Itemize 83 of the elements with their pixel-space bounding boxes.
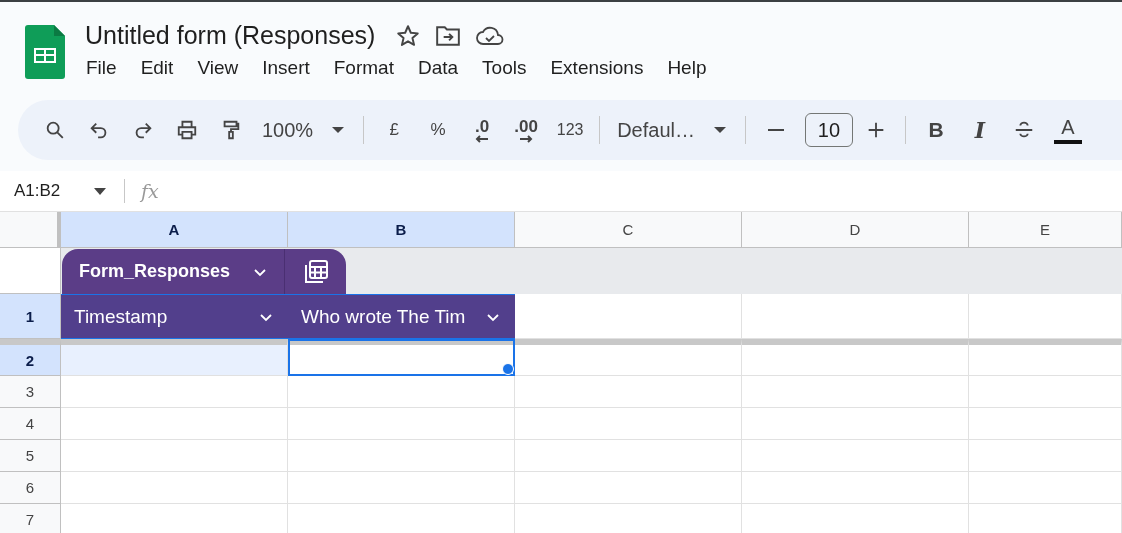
name-box[interactable]: A1:B2 xyxy=(0,181,120,201)
font-dropdown[interactable]: Defaul… xyxy=(611,112,733,148)
caret-icon xyxy=(331,126,346,134)
row-header[interactable]: 5 xyxy=(0,440,61,472)
table-cell[interactable] xyxy=(515,408,742,440)
selected-cell[interactable] xyxy=(61,339,288,376)
text-color-button[interactable]: A xyxy=(1048,112,1087,148)
formula-label: fx xyxy=(141,180,159,202)
table-cell[interactable] xyxy=(288,472,515,504)
table-cell[interactable] xyxy=(742,440,969,472)
search-icon xyxy=(44,119,66,141)
minus-icon xyxy=(767,129,784,131)
menu-item[interactable]: Extensions xyxy=(550,54,656,82)
caret-icon xyxy=(94,187,106,195)
table-cell[interactable] xyxy=(742,376,969,408)
menu-item[interactable]: Format xyxy=(333,54,406,82)
table-cell[interactable] xyxy=(515,472,742,504)
print-icon xyxy=(176,119,198,141)
menu-item[interactable]: Insert xyxy=(262,54,322,82)
table-cell[interactable] xyxy=(515,376,742,408)
menu-item[interactable]: View xyxy=(197,54,251,82)
table-cell[interactable] xyxy=(61,408,288,440)
column-header[interactable]: B xyxy=(288,212,515,248)
table-cell[interactable] xyxy=(515,339,742,376)
table-cell[interactable] xyxy=(288,408,515,440)
table-name-tab[interactable]: Form_Responses xyxy=(62,249,284,294)
table-cell[interactable] xyxy=(288,440,515,472)
move-folder-icon[interactable] xyxy=(435,23,462,48)
column-header[interactable]: E xyxy=(969,212,1122,248)
arrow-right-icon xyxy=(519,134,534,143)
document-title[interactable]: Untitled form (Responses) xyxy=(85,21,376,50)
zoom-dropdown[interactable]: 100% xyxy=(256,112,352,148)
font-size-field[interactable]: 10 xyxy=(804,113,853,147)
menu-item[interactable]: Help xyxy=(667,54,719,82)
menu-item[interactable]: Tools xyxy=(482,54,539,82)
sheets-logo-icon[interactable] xyxy=(25,25,65,79)
table-cell[interactable] xyxy=(969,339,1122,376)
table-cell[interactable] xyxy=(515,440,742,472)
currency-button[interactable]: £ xyxy=(375,112,414,148)
table-cell[interactable] xyxy=(288,376,515,408)
active-cell[interactable] xyxy=(288,339,515,376)
calculator-icon xyxy=(302,258,329,285)
table-cell[interactable] xyxy=(515,294,742,339)
star-icon[interactable] xyxy=(395,22,422,49)
table-cell[interactable] xyxy=(61,376,288,408)
column-header[interactable]: A xyxy=(61,212,288,248)
fill-handle[interactable] xyxy=(502,363,514,375)
menu-item[interactable]: Data xyxy=(417,54,471,82)
table-cell[interactable] xyxy=(61,440,288,472)
column-header[interactable]: C xyxy=(515,212,742,248)
table-cell[interactable] xyxy=(61,472,288,504)
table-cell[interactable] xyxy=(969,376,1122,408)
row-header[interactable]: 3 xyxy=(0,376,61,408)
row-header[interactable]: 7 xyxy=(0,504,61,533)
row-header[interactable]: 1 xyxy=(0,294,61,339)
table-cell[interactable] xyxy=(969,472,1122,504)
row-header xyxy=(0,248,61,294)
table-cell[interactable] xyxy=(742,408,969,440)
table-cell[interactable] xyxy=(742,294,969,339)
row-header[interactable]: 4 xyxy=(0,408,61,440)
menu-item[interactable]: Edit xyxy=(140,54,186,82)
table-cell[interactable] xyxy=(742,339,969,376)
number-format-button[interactable]: 123 xyxy=(551,112,590,148)
table-cell[interactable] xyxy=(969,440,1122,472)
table-tab[interactable] xyxy=(284,249,346,294)
table-header-cell[interactable]: Who wrote The Tim xyxy=(288,294,515,339)
table-cell[interactable] xyxy=(969,408,1122,440)
italic-button[interactable]: I xyxy=(960,112,999,148)
column-header[interactable]: D xyxy=(742,212,969,248)
table-header-cell[interactable]: Timestamp xyxy=(61,294,288,339)
increase-decimal-button[interactable]: .00 xyxy=(507,112,546,148)
caret-icon xyxy=(712,126,727,134)
bold-button[interactable]: B xyxy=(916,112,955,148)
table-cell[interactable] xyxy=(969,294,1122,339)
table-cell[interactable] xyxy=(742,472,969,504)
select-all-corner[interactable] xyxy=(0,212,61,248)
menu-item[interactable]: File xyxy=(85,54,129,82)
table-name[interactable]: Form_Responses xyxy=(79,261,231,282)
decrease-decimal-button[interactable]: .0 xyxy=(463,112,502,148)
row-header[interactable]: 6 xyxy=(0,472,61,504)
row-header[interactable]: 2 xyxy=(0,339,61,376)
arrow-left-icon xyxy=(475,134,490,143)
percent-button[interactable]: % xyxy=(419,112,458,148)
